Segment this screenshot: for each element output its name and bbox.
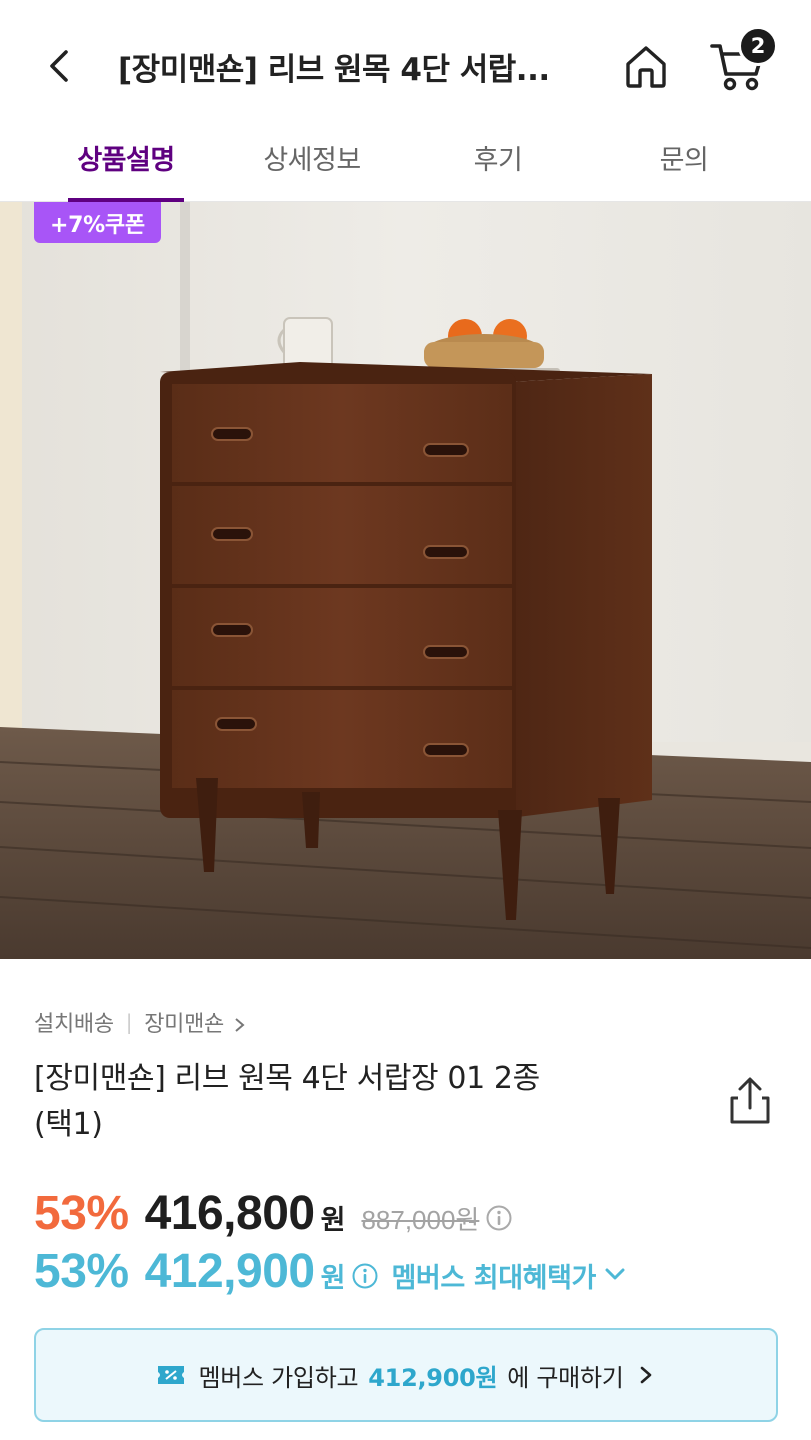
coupon-badge: +7%쿠폰 xyxy=(34,202,161,243)
tab-reviews[interactable]: 후기 xyxy=(408,128,588,202)
product-name: [장미맨숀] 리브 원목 4단 서랍장 01 2종 (택1) xyxy=(34,1056,654,1148)
member-currency-label: 원 xyxy=(320,1263,346,1294)
brand-link[interactable]: 장미맨숀 xyxy=(144,1006,246,1038)
original-price: 887,000원 xyxy=(361,1205,480,1235)
info-icon[interactable] xyxy=(485,1204,513,1232)
cart-count-badge: 2 xyxy=(738,26,778,66)
tab-details[interactable]: 상세정보 xyxy=(222,128,402,202)
chevron-right-icon xyxy=(235,1018,245,1032)
discount-rate: 53% xyxy=(34,1187,129,1240)
chevron-down-icon[interactable] xyxy=(602,1261,628,1287)
cta-price: 412,900원 xyxy=(368,1363,498,1392)
membership-signup-button[interactable]: 멤버스 가입하고 412,900원 에 구매하기 xyxy=(34,1328,778,1422)
member-discount-rate: 53% xyxy=(34,1245,129,1298)
chevron-right-icon xyxy=(640,1366,651,1384)
tab-inquiry[interactable]: 문의 xyxy=(594,128,774,202)
brand-label: 장미맨숀 xyxy=(144,1012,224,1037)
member-price-row: 53% 412,900 원 멤버스 최대혜택가 xyxy=(34,1244,628,1304)
currency-label: 원 xyxy=(320,1205,346,1236)
price-row: 53% 416,800 원 887,000원 xyxy=(34,1186,513,1246)
delivery-type-label: 설치배송 xyxy=(34,1012,114,1037)
product-name-line1: [장미맨숀] 리브 원목 4단 서랍장 01 2종 xyxy=(34,1061,540,1096)
home-icon[interactable] xyxy=(620,40,672,92)
back-arrow-icon[interactable] xyxy=(38,42,82,90)
breadcrumb: 설치배송 | 장미맨숀 xyxy=(34,1006,247,1038)
cta-suffix: 에 구매하기 xyxy=(507,1363,624,1392)
product-name-line2: (택1) xyxy=(34,1107,103,1142)
sale-price: 416,800 xyxy=(144,1187,316,1240)
page-title: [장미맨숀] 리브 원목 4단 서랍... xyxy=(118,52,550,88)
tab-description[interactable]: 상품설명 xyxy=(36,128,216,202)
cta-prefix: 멤버스 가입하고 xyxy=(198,1363,359,1392)
share-icon[interactable] xyxy=(722,1074,778,1130)
breadcrumb-divider: | xyxy=(125,1010,133,1034)
top-bar: [장미맨숀] 리브 원목 4단 서랍... 2 xyxy=(0,0,811,128)
member-price: 412,900 xyxy=(144,1245,316,1298)
coupon-ticket-icon xyxy=(158,1366,185,1384)
product-tabs: 상품설명 상세정보 후기 문의 xyxy=(0,128,811,202)
member-benefit-toggle[interactable]: 멤버스 최대혜택가 xyxy=(391,1256,596,1295)
member-info-icon[interactable] xyxy=(351,1262,379,1290)
product-image[interactable] xyxy=(0,202,811,959)
